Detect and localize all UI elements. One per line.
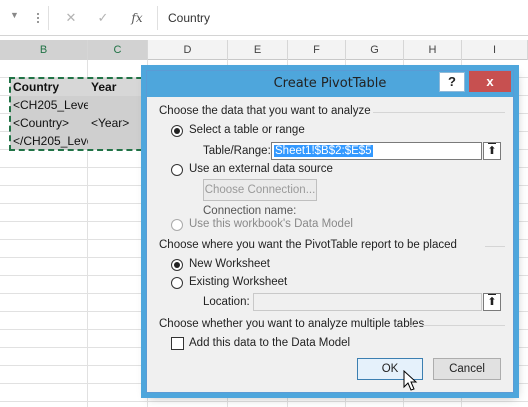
selection-marquee — [9, 77, 152, 151]
mouse-cursor-icon — [403, 370, 418, 391]
existing-worksheet-label[interactable]: Existing Worksheet — [189, 276, 287, 288]
column-header-b[interactable]: B — [0, 40, 88, 60]
create-pivottable-dialog: Create PivotTable ? x Choose the data th… — [146, 70, 514, 393]
column-header-i[interactable]: I — [462, 40, 528, 60]
cancel-button[interactable]: Cancel — [433, 358, 501, 380]
choose-connection-button[interactable]: Choose Connection... — [203, 179, 317, 201]
data-model-checkbox[interactable] — [171, 337, 184, 350]
collapse-range-icon[interactable]: ⬆ — [483, 142, 501, 160]
dialog-body: Choose the data that you want to analyze… — [147, 97, 513, 392]
connection-name-label: Connection name: — [203, 205, 297, 217]
name-box-dropdown[interactable]: ▼ — [0, 8, 46, 28]
add-data-model-label[interactable]: Add this data to the Data Model — [189, 337, 350, 349]
location-label: Location: — [203, 296, 250, 308]
chevron-down-icon: ▼ — [10, 10, 19, 20]
table-range-value: Sheet1!$B$2:$E$5 — [274, 145, 373, 157]
column-headers: B C D E F G H I — [0, 40, 528, 60]
table-range-label: Table/Range: — [203, 145, 271, 157]
radio-new-worksheet[interactable] — [171, 259, 183, 271]
formula-bar-buttons: ✕ ✓ fx — [48, 6, 158, 30]
section-placement-label: Choose where you want the PivotTable rep… — [159, 239, 457, 251]
data-model-label[interactable]: Use this workbook's Data Model — [189, 218, 353, 230]
section-analyze-label: Choose the data that you want to analyze — [159, 105, 371, 117]
column-header-g[interactable]: G — [346, 40, 404, 60]
enter-icon[interactable]: ✓ — [93, 9, 113, 27]
drag-handle-icon[interactable] — [34, 11, 42, 25]
column-header-h[interactable]: H — [404, 40, 462, 60]
collapse-location-icon[interactable]: ⬆ — [483, 293, 501, 311]
column-header-d[interactable]: D — [148, 40, 228, 60]
formula-input[interactable]: Country — [168, 11, 210, 25]
divider — [409, 325, 505, 326]
column-header-e[interactable]: E — [228, 40, 288, 60]
divider — [373, 112, 505, 113]
dialog-titlebar[interactable]: Create PivotTable ? x — [147, 71, 513, 97]
table-range-input[interactable]: Sheet1!$B$2:$E$5 — [271, 142, 482, 160]
radio-existing-worksheet[interactable] — [171, 277, 183, 289]
radio-data-model[interactable] — [171, 219, 183, 231]
formula-bar: ▼ ✕ ✓ fx Country — [0, 0, 528, 36]
divider — [485, 246, 505, 247]
new-worksheet-label[interactable]: New Worksheet — [189, 258, 270, 270]
location-input[interactable] — [253, 293, 482, 311]
insert-function-icon[interactable]: fx — [127, 9, 147, 27]
column-header-c[interactable]: C — [88, 40, 148, 60]
select-table-label[interactable]: Select a table or range — [189, 124, 305, 136]
cancel-icon[interactable]: ✕ — [61, 9, 81, 27]
help-button[interactable]: ? — [439, 72, 465, 92]
section-multiple-tables-label: Choose whether you want to analyze multi… — [159, 318, 425, 330]
close-button[interactable]: x — [469, 71, 511, 92]
external-source-label[interactable]: Use an external data source — [189, 163, 333, 175]
column-header-f[interactable]: F — [288, 40, 346, 60]
radio-select-table[interactable] — [171, 125, 183, 137]
radio-external-source[interactable] — [171, 164, 183, 176]
